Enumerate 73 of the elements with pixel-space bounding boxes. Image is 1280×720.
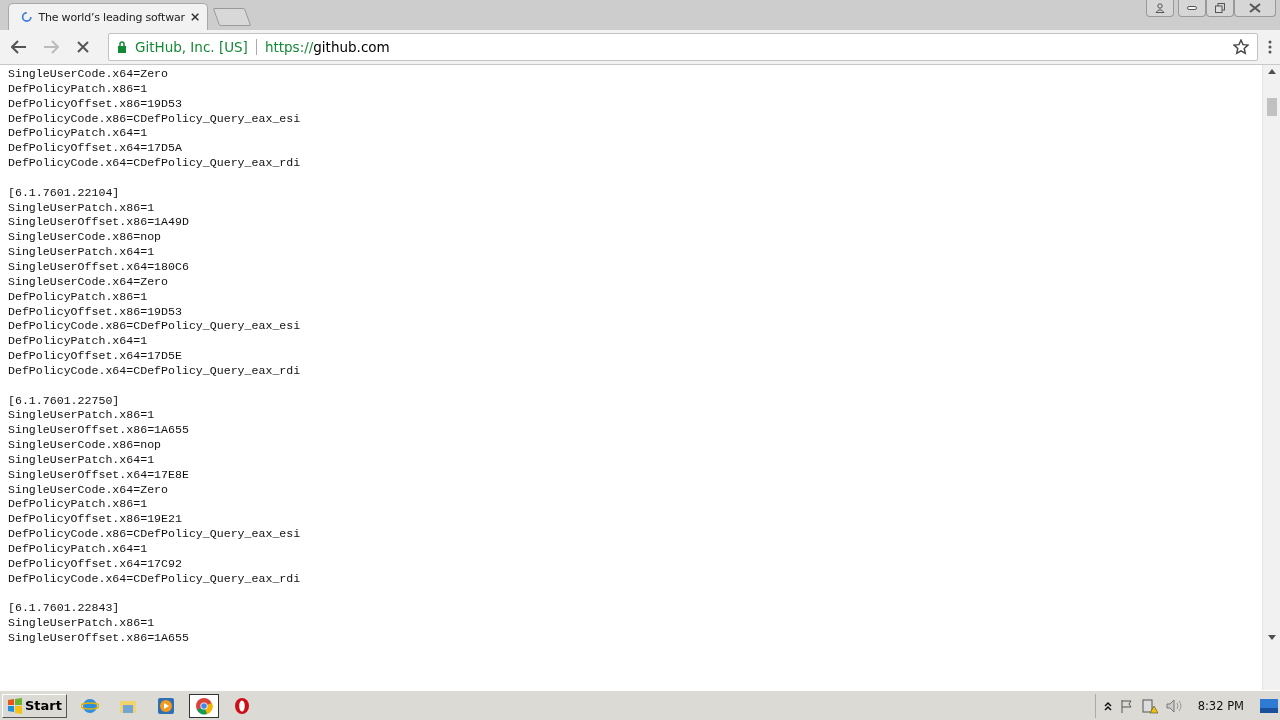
play-icon <box>157 696 175 715</box>
text-line: SingleUserPatch.x86=1 <box>8 616 155 632</box>
restore-icon <box>1215 3 1225 13</box>
windows-logo-icon <box>7 697 23 714</box>
text-line: SingleUserOffset.x64=17E8E <box>8 467 189 483</box>
network-warning-icon[interactable] <box>1141 697 1158 714</box>
scrollbar[interactable] <box>1262 65 1280 690</box>
text-line: DefPolicyPatch.x64=1 <box>8 542 148 557</box>
close-icon <box>77 41 89 53</box>
back-arrow-icon <box>11 40 27 54</box>
browser-tab[interactable]: The world’s leading softwar <box>8 3 208 30</box>
text-line: DefPolicyCode.x86=CDefPolicy_Query_eax_esi <box>8 319 301 335</box>
globe-icon <box>81 696 99 715</box>
close-icon <box>1249 3 1261 13</box>
text-line: DefPolicyOffset.x64=17D5E <box>8 349 182 364</box>
close-window-button[interactable] <box>1234 0 1276 17</box>
person-icon <box>1155 3 1165 13</box>
text-line: DefPolicyPatch.x86=1 <box>8 497 148 513</box>
text-line: DefPolicyCode.x64=CDefPolicy_Query_eax_rdi <box>8 363 301 379</box>
text-line: DefPolicyPatch.x86=1 <box>8 81 148 97</box>
section-header: [6.1.7601.22104] <box>8 185 120 201</box>
text-line: SingleUserCode.x64=Zero <box>8 67 169 82</box>
lock-icon <box>117 41 127 53</box>
text-line: SingleUserPatch.x86=1 <box>8 200 155 216</box>
text-line: DefPolicyOffset.x86=19D53 <box>8 304 182 320</box>
text-line: SingleUserPatch.x64=1 <box>8 452 155 468</box>
clock[interactable]: 8:32 PM <box>1197 698 1244 713</box>
scroll-up-icon[interactable] <box>1267 69 1276 74</box>
text-line: DefPolicyCode.x86=CDefPolicy_Query_eax_esi <box>8 111 301 127</box>
text-line: DefPolicyPatch.x64=1 <box>8 334 148 350</box>
scroll-thumb[interactable] <box>1266 98 1277 116</box>
text-line: DefPolicyPatch.x64=1 <box>8 126 148 142</box>
text-line: SingleUserOffset.x86=1A655 <box>8 423 189 439</box>
menu-icon[interactable] <box>1268 40 1272 54</box>
text-line: DefPolicyPatch.x86=1 <box>8 289 148 305</box>
text-line: SingleUserOffset.x86=1A49D <box>8 215 189 231</box>
text-line: SingleUserCode.x86=nop <box>8 438 162 453</box>
text-line: DefPolicyOffset.x64=17D5A <box>8 141 182 157</box>
text-line: SingleUserOffset.x86=1A655 <box>8 631 189 646</box>
text-line: SingleUserPatch.x64=1 <box>8 245 155 260</box>
url-text: https://github.com <box>264 39 391 55</box>
text-line: SingleUserCode.x64=Zero <box>8 274 169 290</box>
text-line: DefPolicyOffset.x64=17C92 <box>8 556 182 572</box>
flag-icon[interactable] <box>1119 698 1134 713</box>
section-header: [6.1.7601.22843] <box>8 601 120 617</box>
text-line: DefPolicyCode.x64=CDefPolicy_Query_eax_rdi <box>8 571 301 587</box>
taskbar-app-button[interactable] <box>189 693 219 718</box>
address-bar[interactable]: GitHub, Inc. [US] https://github.com <box>108 33 1258 61</box>
site-owner: GitHub, Inc. [US] <box>135 39 248 55</box>
speaker-icon[interactable] <box>1165 698 1182 713</box>
text-line: SingleUserPatch.x86=1 <box>8 408 155 424</box>
text-line: DefPolicyCode.x64=CDefPolicy_Query_eax_rdi <box>8 156 301 171</box>
tab-title: The world’s leading softwar <box>38 10 185 24</box>
text-line: DefPolicyOffset.x86=19E21 <box>8 512 182 528</box>
show-desktop-icon[interactable] <box>1260 698 1278 713</box>
opera-icon <box>233 696 251 715</box>
text-line: DefPolicyOffset.x86=19D53 <box>8 96 182 112</box>
star-icon[interactable] <box>1233 39 1249 55</box>
close-icon[interactable] <box>190 12 199 22</box>
restore-button[interactable] <box>1206 0 1234 17</box>
chevron-up-icon[interactable] <box>1103 700 1112 711</box>
text-line: SingleUserOffset.x64=180C6 <box>8 259 189 275</box>
scroll-down-icon[interactable] <box>1267 635 1276 640</box>
text-line: SingleUserCode.x64=Zero <box>8 482 169 498</box>
profile-button[interactable] <box>1146 0 1174 17</box>
minimize-icon <box>1187 6 1197 10</box>
start-button[interactable]: Start <box>2 693 67 718</box>
section-header: [6.1.7601.22750] <box>8 393 120 409</box>
text-line: DefPolicyCode.x86=CDefPolicy_Query_eax_esi <box>8 527 301 542</box>
text-line: SingleUserCode.x86=nop <box>8 230 162 246</box>
minimize-button[interactable] <box>1178 0 1206 17</box>
forward-arrow-icon <box>43 40 59 54</box>
browser-icon <box>195 696 213 715</box>
